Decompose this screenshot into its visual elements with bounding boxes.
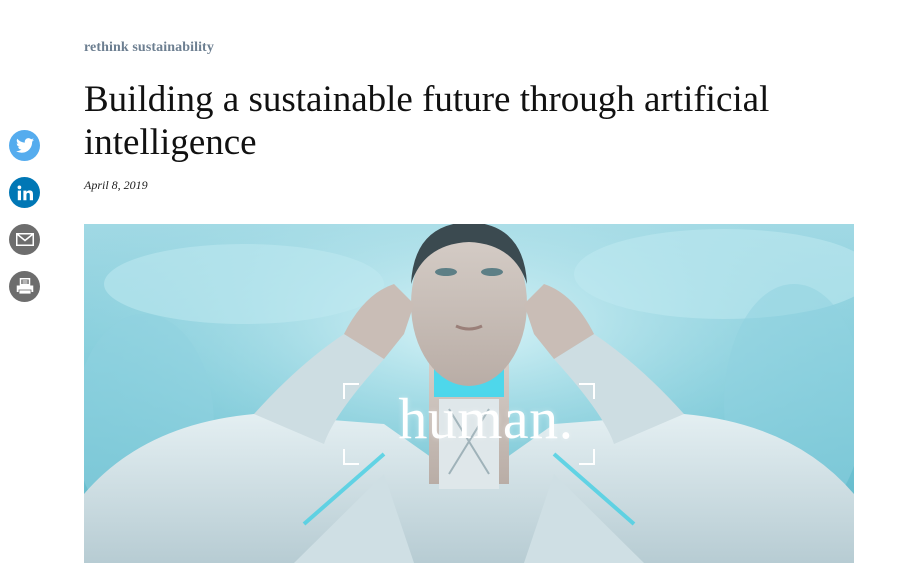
twitter-share-button[interactable] [9, 130, 40, 161]
print-button[interactable] [9, 271, 40, 302]
linkedin-share-button[interactable] [9, 177, 40, 208]
twitter-icon [15, 138, 34, 153]
email-share-button[interactable] [9, 224, 40, 255]
article-title: Building a sustainable future through ar… [84, 79, 770, 163]
category-link[interactable]: rethink sustainability [84, 40, 214, 56]
share-bar [9, 130, 41, 318]
print-icon [16, 278, 33, 295]
hero-image: human. [84, 224, 854, 563]
publish-date: April 8, 2019 [84, 178, 148, 192]
hero-caption: human. [398, 386, 574, 451]
linkedin-icon [17, 185, 33, 200]
mail-icon [15, 233, 34, 246]
